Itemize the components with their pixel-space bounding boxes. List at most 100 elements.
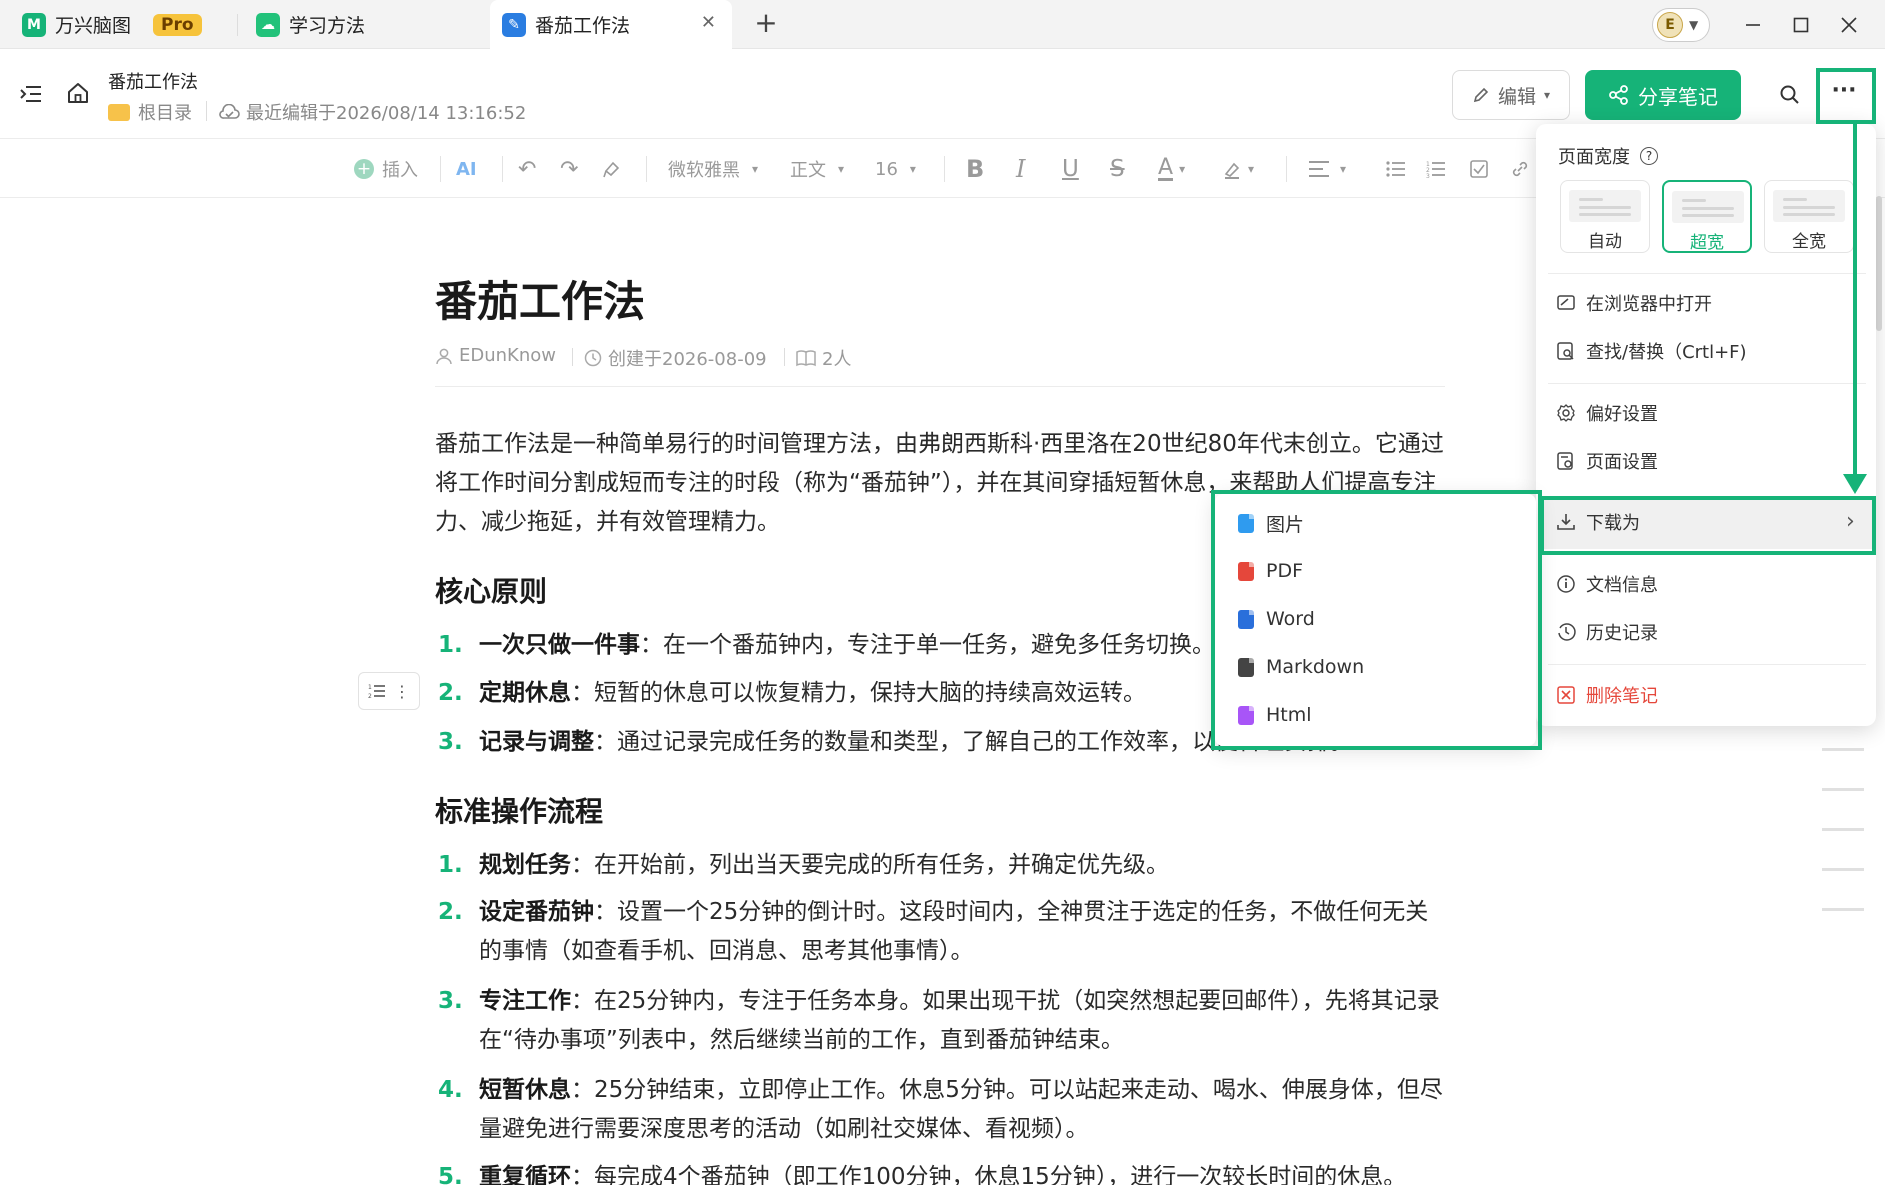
align-icon[interactable]: ▾ — [1308, 153, 1346, 185]
close-tab-icon[interactable]: ✕ — [701, 12, 716, 33]
toolbar-divider — [502, 156, 503, 182]
menu-open-in-browser[interactable]: 在浏览器中打开 — [1556, 288, 1712, 318]
note-title: 番茄工作法 — [108, 72, 198, 93]
menu-page-settings[interactable]: 页面设置 — [1556, 446, 1658, 476]
meta-divider — [784, 348, 785, 366]
user-icon — [435, 347, 453, 365]
font-size-select[interactable]: 16 ▾ — [875, 153, 916, 185]
list-item-term: 记录与调整 — [479, 729, 594, 755]
sync-status: 最近编辑于2026/08/14 13:16:52 — [218, 99, 526, 125]
toolbar-divider — [646, 156, 647, 182]
paragraph-style-select[interactable]: 正文 ▾ — [790, 153, 844, 185]
width-option-auto[interactable]: 自动 — [1560, 180, 1650, 253]
numbered-list-icon[interactable]: 123 — [1426, 153, 1446, 185]
text-color-icon[interactable]: A ▾ — [1158, 153, 1185, 185]
redo-icon[interactable]: ↷ — [560, 153, 578, 185]
menu-doc-info[interactable]: 文档信息 — [1556, 569, 1658, 599]
folder-label: 根目录 — [138, 103, 192, 124]
list-item-term: 短暂休息 — [479, 1077, 571, 1103]
highlight-more-button — [1816, 68, 1876, 124]
highlight-icon[interactable]: ▾ — [1222, 153, 1254, 185]
breadcrumb[interactable]: 根目录 — [108, 99, 192, 125]
user-avatar-button[interactable]: E ▼ — [1652, 8, 1710, 42]
tab-study-methods[interactable]: ☁ 学习方法 — [256, 0, 456, 49]
pro-badge: Pro — [153, 13, 202, 36]
tab-mindmap[interactable]: M 万兴脑图 Pro — [22, 0, 222, 49]
list-item-term: 设定番茄钟 — [479, 899, 594, 925]
chevron-down-icon: ▾ — [909, 162, 916, 176]
menu-label: 偏好设置 — [1586, 404, 1658, 425]
menu-divider — [1548, 664, 1866, 665]
format-painter-icon[interactable] — [602, 153, 622, 185]
list-item-text: ：在一个番茄钟内，专注于单一任务，避免多任务切换。 — [640, 632, 1215, 658]
list-number: 2. — [438, 680, 463, 706]
width-option-label: 全宽 — [1792, 232, 1826, 252]
menu-label: 删除笔记 — [1586, 686, 1658, 707]
bold-icon[interactable]: B — [966, 153, 984, 185]
maximize-icon[interactable] — [1786, 10, 1816, 40]
menu-delete-note[interactable]: 删除笔记 — [1556, 680, 1658, 710]
outline-marker[interactable] — [1822, 748, 1864, 751]
scrollbar[interactable] — [1876, 196, 1882, 331]
width-option-wide[interactable]: 超宽 — [1662, 180, 1752, 253]
edit-label: 编辑 — [1497, 85, 1536, 108]
minimize-icon[interactable] — [1738, 10, 1768, 40]
checkbox-icon[interactable] — [1470, 153, 1488, 185]
clock-icon — [584, 349, 602, 367]
list-number: 1. — [438, 852, 463, 878]
tab-tomato-method[interactable]: ✎ 番茄工作法 ✕ — [490, 0, 732, 49]
history-icon — [1556, 622, 1576, 642]
gear-icon — [1556, 403, 1576, 423]
last-edit-time: 最近编辑于2026/08/14 13:16:52 — [246, 103, 527, 124]
ai-icon[interactable]: AI — [456, 153, 477, 185]
edit-mode-button[interactable]: 编辑 ▾ — [1452, 70, 1570, 120]
menu-divider — [1548, 273, 1866, 274]
toolbar-divider — [440, 156, 441, 182]
bullet-list-icon[interactable] — [1386, 153, 1406, 185]
outline-marker[interactable] — [1822, 788, 1864, 791]
list-block-handle[interactable]: 12 ⋮ — [358, 672, 420, 710]
list-item-term: 定期休息 — [479, 680, 571, 706]
drag-handle-icon: ⋮ — [394, 681, 410, 701]
width-option-full[interactable]: 全宽 — [1764, 180, 1854, 253]
list-number: 2. — [438, 899, 463, 925]
new-tab-icon[interactable]: + — [752, 9, 780, 38]
insert-label: 插入 — [382, 160, 418, 181]
italic-icon[interactable]: I — [1016, 153, 1025, 185]
width-option-label: 超宽 — [1690, 233, 1724, 253]
outline-marker[interactable] — [1822, 868, 1864, 871]
menu-label: 历史记录 — [1586, 623, 1658, 644]
share-note-button[interactable]: 分享笔记 — [1585, 70, 1741, 120]
tab-divider — [237, 14, 238, 36]
list-item-text: ：短暂的休息可以恢复精力，保持大脑的持续高效运转。 — [571, 680, 1146, 706]
outline-marker[interactable] — [1822, 828, 1864, 831]
search-icon[interactable] — [1779, 84, 1801, 106]
meta-divider — [572, 348, 573, 366]
menu-divider — [1548, 383, 1866, 384]
book-icon — [796, 349, 816, 367]
strikethrough-icon[interactable]: S — [1110, 153, 1125, 185]
list-number: 4. — [438, 1077, 463, 1103]
menu-preferences[interactable]: 偏好设置 — [1556, 398, 1658, 428]
outline-toggle-icon[interactable] — [20, 84, 42, 104]
help-icon[interactable]: ? — [1640, 147, 1658, 165]
created-meta: 创建于2026-08-09 — [584, 345, 767, 371]
insert-button[interactable]: + 插入 — [354, 153, 418, 185]
width-option-label: 自动 — [1588, 232, 1622, 252]
svg-text:1: 1 — [368, 684, 372, 691]
menu-find-replace[interactable]: 查找/替换（Crtl+F) — [1556, 336, 1747, 366]
undo-icon[interactable]: ↶ — [518, 153, 536, 185]
underline-icon[interactable]: U — [1062, 153, 1079, 185]
menu-history[interactable]: 历史记录 — [1556, 617, 1658, 647]
home-icon[interactable] — [66, 82, 90, 104]
outline-marker[interactable] — [1822, 908, 1864, 911]
close-window-icon[interactable] — [1834, 10, 1864, 40]
info-icon — [1556, 574, 1576, 594]
link-icon[interactable] — [1510, 153, 1530, 185]
pencil-icon — [1472, 86, 1490, 104]
page-width-text: 页面宽度 — [1558, 147, 1630, 168]
font-family-select[interactable]: 微软雅黑 ▾ — [668, 153, 758, 185]
tab-label: 万兴脑图 — [55, 15, 132, 37]
list-item-text: ：在开始前，列出当天要完成的所有任务，并确定优先级。 — [571, 852, 1169, 878]
note-doc-icon: ✎ — [502, 12, 526, 37]
